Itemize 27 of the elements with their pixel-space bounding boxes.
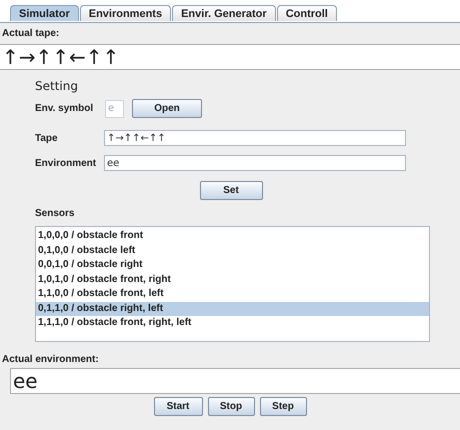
tab[interactable]: Simulator bbox=[10, 5, 79, 21]
stop-button[interactable]: Stop bbox=[208, 397, 254, 416]
sensor-item[interactable]: 1,1,0,0 / obstacle front, left bbox=[36, 287, 429, 302]
sensor-item[interactable]: 1,1,1,0 / obstacle front, right, left bbox=[36, 316, 429, 330]
environment-display: ee bbox=[10, 368, 460, 394]
environment-status-label: Actual environment: bbox=[1, 353, 100, 366]
sensor-item[interactable]: 0,0,1,0 / obstacle right bbox=[36, 258, 429, 272]
sensor-item[interactable]: 0,1,1,0 / obstacle right, left bbox=[36, 302, 429, 316]
step-button[interactable]: Step bbox=[260, 397, 306, 416]
tape-field-label: Tape bbox=[35, 132, 59, 144]
tape-display: ↑→↑↑←↑↑ bbox=[0, 44, 460, 70]
setting-heading: Setting bbox=[34, 78, 79, 93]
tab[interactable]: Controll bbox=[276, 5, 337, 21]
sensor-item[interactable]: 1,0,0,0 / obstacle front bbox=[36, 229, 429, 244]
start-button[interactable]: Start bbox=[154, 397, 202, 416]
environment-field[interactable]: ee bbox=[104, 155, 406, 171]
sensors-label: Sensors bbox=[34, 207, 76, 220]
tape-label: Actual tape: bbox=[1, 27, 60, 41]
set-button[interactable]: Set bbox=[200, 181, 262, 200]
tab[interactable]: Environments bbox=[80, 5, 172, 21]
tape-field[interactable]: ↑→↑↑←↑↑ bbox=[104, 130, 406, 146]
env-symbol-label: Env. symbol bbox=[35, 103, 94, 114]
sensor-item[interactable]: 1,0,1,0 / obstacle front, right bbox=[36, 272, 429, 287]
environment-label: Environment bbox=[35, 158, 98, 168]
tab[interactable]: Envir. Generator bbox=[172, 5, 276, 21]
sensor-item[interactable]: 0,1,0,0 / obstacle left bbox=[36, 244, 429, 258]
open-button[interactable]: Open bbox=[132, 99, 202, 118]
